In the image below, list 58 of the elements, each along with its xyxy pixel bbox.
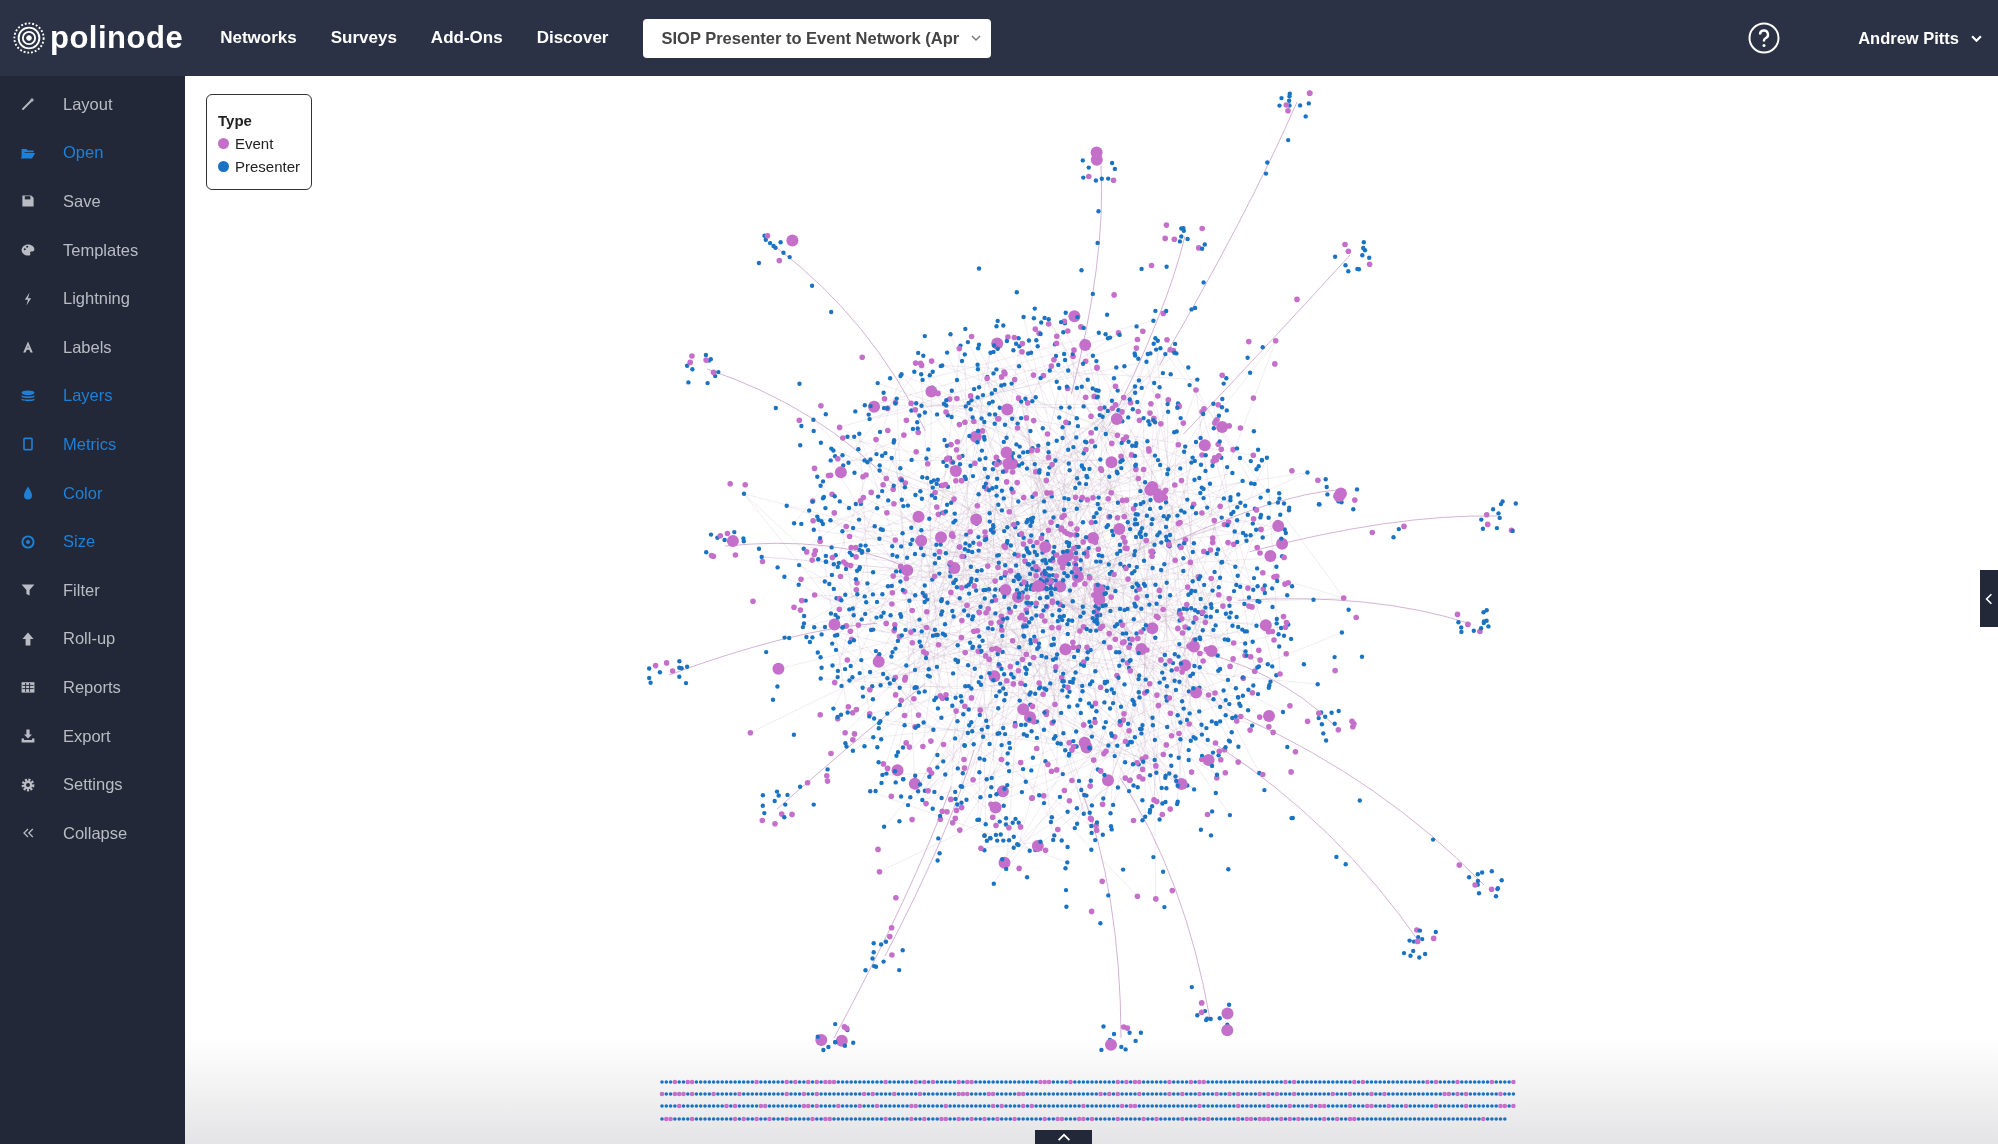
table-icon	[20, 679, 36, 696]
sidebar-item[interactable]: Color	[0, 468, 185, 518]
download-icon	[20, 728, 36, 744]
nav-link[interactable]: Networks	[203, 28, 314, 48]
sidebar-item[interactable]: Export	[0, 711, 185, 761]
sidebar-item[interactable]: Settings	[0, 760, 185, 809]
funnel-icon	[20, 582, 36, 599]
sidebar-item[interactable]: Filter	[0, 565, 185, 615]
chevron-left-icon	[1985, 592, 1993, 605]
sidebar-item[interactable]: Templates	[0, 225, 185, 275]
sidebar-label: Settings	[63, 775, 123, 795]
user-menu[interactable]: Andrew Pitts	[1858, 28, 1982, 48]
sidebar-item[interactable]: Reports	[0, 663, 185, 712]
sidebar-label: Metrics	[63, 434, 117, 454]
sidebar-label: Open	[63, 143, 104, 163]
logo[interactable]: polinode	[12, 20, 184, 56]
caret-icon	[971, 35, 982, 41]
network-select[interactable]: SIOP Presenter to Event Network (Apr	[643, 18, 992, 58]
help-icon[interactable]	[1748, 22, 1781, 54]
panel-toggle[interactable]	[1035, 1130, 1092, 1144]
nav-link[interactable]: Surveys	[313, 28, 414, 48]
sidebar-item[interactable]: Open	[0, 128, 185, 178]
sidebar-label: Layers	[63, 386, 113, 406]
sidebar-item[interactable]: Lightning	[0, 274, 185, 323]
sidebar-item[interactable]: Labels	[0, 322, 185, 372]
sidebar-label: Collapse	[63, 823, 128, 843]
sidebar-label: Size	[63, 532, 96, 552]
legend-title: Type	[218, 111, 253, 131]
sidebar-label: Roll-up	[63, 629, 116, 649]
sidebar-item[interactable]: Layers	[0, 371, 185, 421]
wand-icon	[20, 96, 36, 113]
chevron-up-icon	[1056, 1132, 1071, 1142]
sidebar-label: Save	[63, 192, 101, 211]
legend-label: Event	[235, 134, 274, 154]
sidebar-item[interactable]: Metrics	[0, 420, 185, 469]
target-icon	[20, 533, 36, 550]
layers-icon	[20, 387, 36, 404]
sidebar-label: Export	[63, 726, 111, 746]
sidebar-item[interactable]: Roll-up	[0, 614, 185, 664]
sidebar-item[interactable]: Collapse	[0, 808, 185, 858]
panel-toggle[interactable]	[1980, 570, 1998, 627]
nav-link[interactable]: Discover	[519, 28, 626, 48]
nav-link[interactable]: Add-Ons	[413, 28, 520, 48]
sidebar-label: Layout	[63, 94, 113, 114]
palette-icon	[20, 242, 36, 259]
sidebar-label: Labels	[63, 337, 112, 357]
legend-label: Presenter	[235, 157, 301, 177]
sidebar-label: Templates	[63, 240, 139, 260]
sidebar-item[interactable]: Layout	[0, 80, 185, 129]
sidebar-item[interactable]: Size	[0, 517, 185, 566]
gear-icon	[20, 776, 36, 793]
sidebar-label: Filter	[63, 580, 100, 600]
arrow-up-icon	[20, 630, 36, 647]
sidebar-item[interactable]: Save	[0, 177, 185, 226]
caret-icon	[1971, 34, 1982, 42]
sidebar-label: Lightning	[63, 289, 130, 309]
sidebar-label: Reports	[63, 677, 121, 697]
sidebar-label: Color	[63, 483, 103, 503]
